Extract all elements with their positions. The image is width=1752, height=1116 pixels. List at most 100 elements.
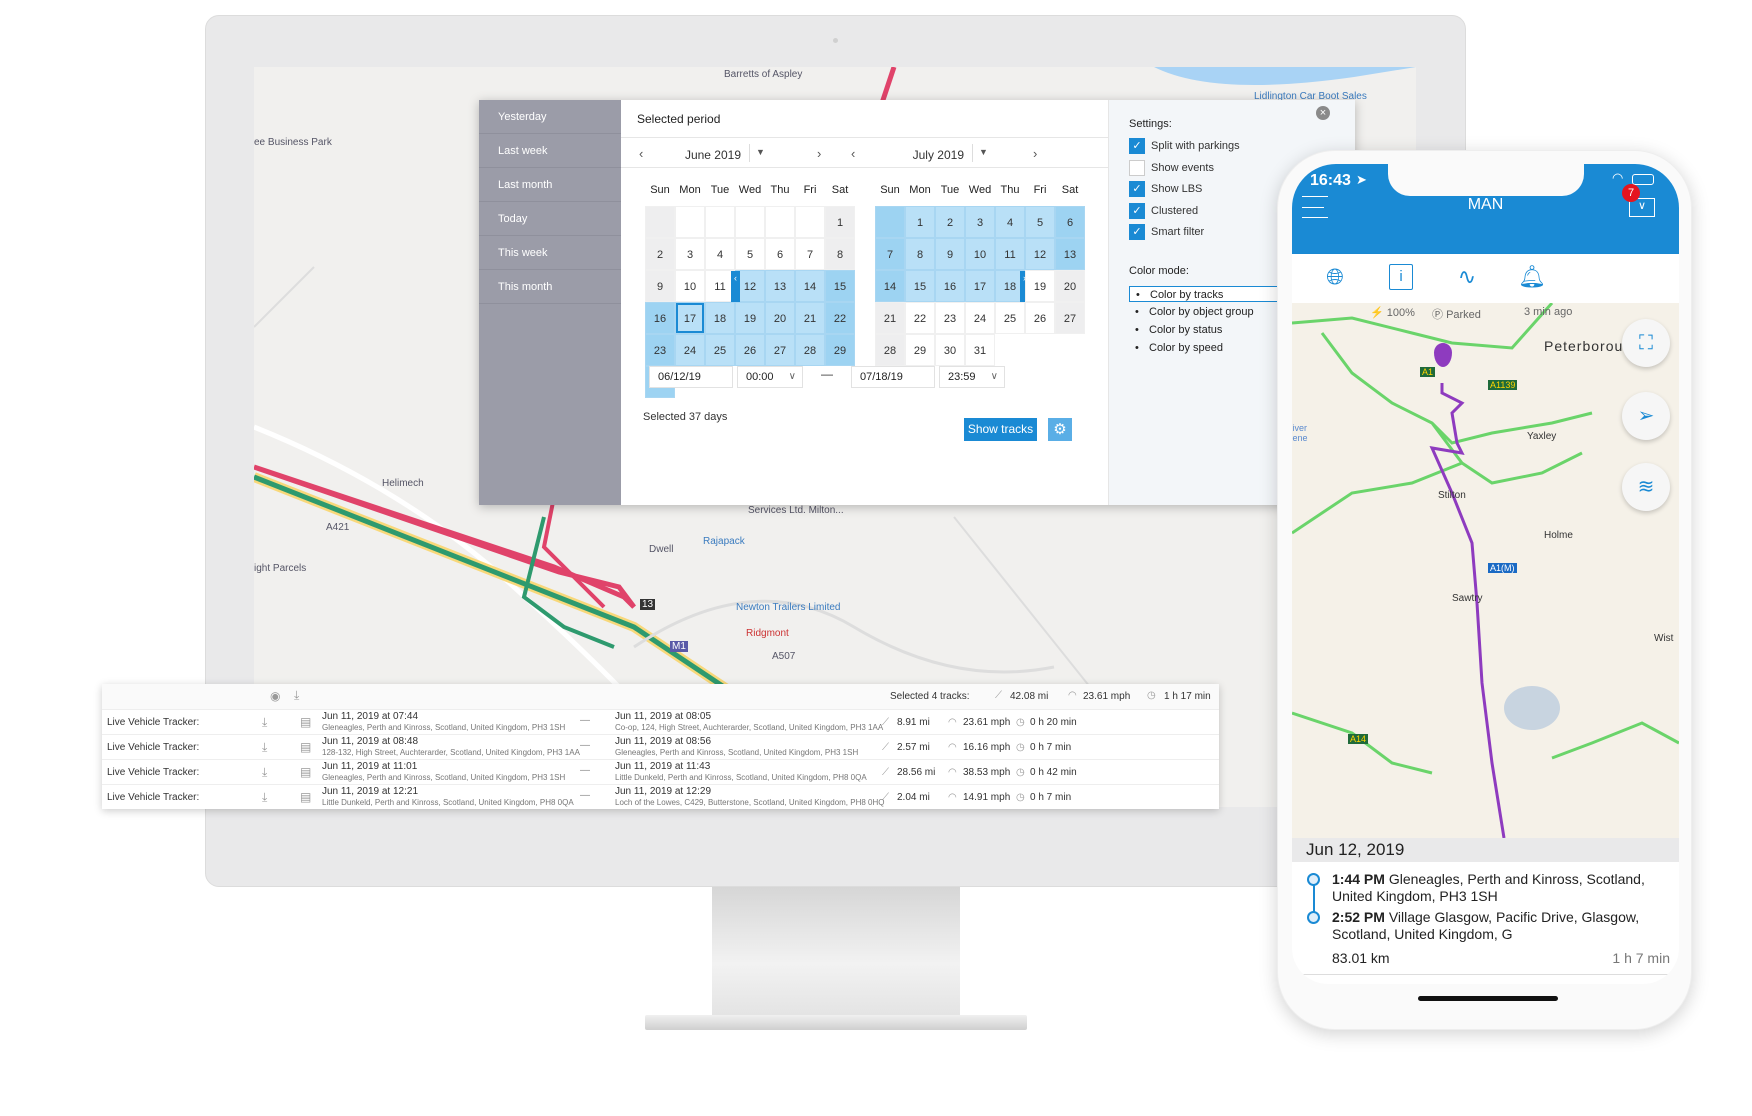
table-row[interactable]: Live Vehicle Tracker: ⤓ ▤ Jun 11, 2019 at 1… xyxy=(102,759,1219,784)
calendar-day[interactable]: 22 xyxy=(905,302,935,334)
calendar-day[interactable]: 13 xyxy=(1055,238,1085,270)
calendar-day[interactable]: 19 xyxy=(735,302,765,334)
calendar-day[interactable]: 3 xyxy=(965,206,995,238)
preset-yesterday[interactable]: Yesterday xyxy=(479,100,621,134)
calendar-day[interactable]: 8 xyxy=(825,238,855,270)
end-date-input[interactable]: 07/18/19 xyxy=(851,366,935,388)
download-icon[interactable]: ⤓ xyxy=(262,790,267,805)
calendar-day[interactable]: 25 xyxy=(705,334,735,366)
calendar-day[interactable]: 29 xyxy=(905,334,935,366)
calendar-day[interactable]: 14 xyxy=(795,270,825,302)
calendar-day[interactable]: 20 xyxy=(765,302,795,334)
calendar-day[interactable]: 24 xyxy=(965,302,995,334)
globe-icon[interactable]: 🌐︎ xyxy=(1320,264,1350,294)
calendar-day[interactable]: 6 xyxy=(765,238,795,270)
checkbox-smart-filter[interactable]: ✓ Smart filter xyxy=(1129,224,1204,240)
calendar-day[interactable]: 29 xyxy=(825,334,855,366)
calendar-day[interactable]: 3 xyxy=(675,238,705,270)
print-icon[interactable]: ▤ xyxy=(300,765,311,779)
calendar-day[interactable]: 7 xyxy=(875,238,905,270)
month-dropdown-icon[interactable]: ▼ xyxy=(756,147,765,157)
calendar-day[interactable]: 23 xyxy=(645,334,675,366)
calendar-day[interactable]: 26 xyxy=(1025,302,1055,334)
info-icon[interactable]: i xyxy=(1389,264,1413,290)
next-month-button[interactable]: › xyxy=(1033,146,1037,161)
calendar-day[interactable]: 9 xyxy=(935,238,965,270)
navigate-icon[interactable]: ➢ xyxy=(1622,392,1670,440)
start-date-input[interactable]: 06/12/19 xyxy=(649,366,733,388)
table-row[interactable]: Live Vehicle Tracker: ⤓ ▤ Jun 11, 2019 at 1… xyxy=(102,784,1219,809)
calendar-day[interactable]: 5 xyxy=(1025,206,1055,238)
calendar-day[interactable]: 1 xyxy=(905,206,935,238)
table-row[interactable]: Live Vehicle Tracker: ⤓ ▤ Jun 11, 2019 at 0… xyxy=(102,709,1219,734)
calendar-day[interactable]: 30 xyxy=(935,334,965,366)
calendar-day[interactable]: 18 xyxy=(705,302,735,334)
phone-map[interactable]: ⚡ 100% Ⓟ Parked 3 min ago Peterborough Y… xyxy=(1292,303,1679,838)
calendar-day[interactable]: 21 xyxy=(795,302,825,334)
calendar-day[interactable]: 7 xyxy=(795,238,825,270)
calendar-day[interactable]: 28 xyxy=(795,334,825,366)
download-icon[interactable]: ⤓ xyxy=(262,740,267,755)
calendar-day[interactable]: 6 xyxy=(1055,206,1085,238)
close-icon[interactable]: × xyxy=(1316,106,1330,120)
show-tracks-button[interactable]: Show tracks xyxy=(964,418,1037,441)
calendar-day[interactable]: 12 ‹ xyxy=(731,270,765,303)
trip-start[interactable]: 1:44 PM Gleneagles, Perth and Kinross, S… xyxy=(1332,871,1672,905)
calendar-day[interactable]: 31 xyxy=(965,334,995,366)
calendar-day[interactable]: 26 xyxy=(735,334,765,366)
calendar-day[interactable]: 4 xyxy=(705,238,735,270)
calendar-day[interactable]: 15 xyxy=(825,270,855,302)
calendar-day[interactable]: 13 xyxy=(765,270,795,302)
calendar-day[interactable]: 10 xyxy=(965,238,995,270)
checkbox-show-lbs[interactable]: ✓ Show LBS xyxy=(1129,181,1202,197)
calendar-day[interactable]: 11 xyxy=(995,238,1025,270)
calendar-day[interactable]: 9 xyxy=(645,270,675,302)
calendar-day[interactable]: 17 xyxy=(675,302,705,334)
preset-last-month[interactable]: Last month xyxy=(479,168,621,202)
calendar-day[interactable]: 21 xyxy=(875,302,905,334)
calendar-day[interactable]: 18› xyxy=(995,270,1029,303)
preset-last-week[interactable]: Last week xyxy=(479,134,621,168)
route-icon[interactable]: ∿ xyxy=(1452,264,1482,294)
calendar-day[interactable]: 19 xyxy=(1025,270,1055,302)
calendar-day[interactable]: 24 xyxy=(675,334,705,366)
gear-icon[interactable]: ⚙ xyxy=(1048,418,1072,441)
calendar-day[interactable]: 2 xyxy=(935,206,965,238)
layers-icon[interactable]: ≋ xyxy=(1622,463,1670,511)
table-row[interactable]: Live Vehicle Tracker: ⤓ ▤ Jun 11, 2019 at 0… xyxy=(102,734,1219,759)
print-icon[interactable]: ▤ xyxy=(300,715,311,729)
preset-this-month[interactable]: This month xyxy=(479,270,621,304)
calendar-day[interactable]: 14 xyxy=(875,270,905,302)
download-icon[interactable]: ⤓ xyxy=(294,688,299,703)
checkbox-clustered[interactable]: ✓ Clustered xyxy=(1129,202,1198,219)
calendar-day[interactable]: 10 xyxy=(675,270,705,302)
calendar-day[interactable]: 25 xyxy=(995,302,1025,334)
bell-icon[interactable]: 🔔︎ xyxy=(1517,264,1547,294)
checkbox-split-with-parkings[interactable]: ✓ Split with parkings xyxy=(1129,138,1240,154)
download-icon[interactable]: ⤓ xyxy=(262,715,267,730)
range-start-handle[interactable]: ‹ xyxy=(731,271,740,303)
next-month-button[interactable]: › xyxy=(817,146,821,161)
calendar-day[interactable]: 27 xyxy=(765,334,795,366)
start-time-select[interactable]: 00:00 ∨ xyxy=(737,366,803,388)
calendar-day[interactable]: 5 xyxy=(735,238,765,270)
trip-end[interactable]: 2:52 PM Village Glasgow, Pacific Drive, … xyxy=(1332,909,1672,943)
calendar-day[interactable]: 15 xyxy=(905,270,935,302)
eye-icon[interactable]: ◉ xyxy=(270,689,280,703)
calendar-day[interactable]: 8 xyxy=(905,238,935,270)
print-icon[interactable]: ▤ xyxy=(300,740,311,754)
download-icon[interactable]: ⤓ xyxy=(262,765,267,780)
checkbox-show-events[interactable]: Show events xyxy=(1129,159,1214,176)
fit-bounds-icon[interactable]: ⛶ xyxy=(1622,319,1670,367)
calendar-day[interactable]: 28 xyxy=(875,334,905,366)
calendar-day[interactable]: 27 xyxy=(1055,302,1085,334)
preset-today[interactable]: Today xyxy=(479,202,621,236)
calendar-day[interactable]: 20 xyxy=(1055,270,1085,302)
calendar-day[interactable]: 16 xyxy=(935,270,965,302)
end-time-select[interactable]: 23:59 ∨ xyxy=(939,366,1005,388)
print-icon[interactable]: ▤ xyxy=(300,790,311,804)
calendar-day[interactable]: 2 xyxy=(645,238,675,270)
preset-this-week[interactable]: This week xyxy=(479,236,621,270)
calendar-day[interactable]: 23 xyxy=(935,302,965,334)
calendar-day[interactable]: 16 xyxy=(645,302,675,334)
